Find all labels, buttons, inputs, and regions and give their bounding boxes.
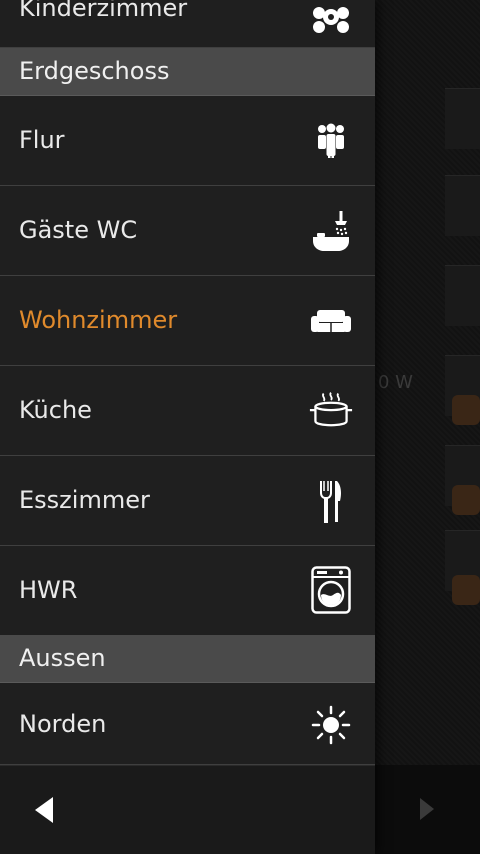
drawer-item-kueche[interactable]: Küche [0, 366, 375, 456]
drawer-item-kinderzimmer[interactable]: Kinderzimmer [0, 0, 375, 48]
drawer-item-label: Kinderzimmer [19, 0, 188, 22]
fork-knife-icon [309, 479, 353, 523]
forward-arrow-icon [420, 798, 434, 820]
section-header-aussen: Aussen [0, 635, 375, 683]
background-power-value: 0 W [378, 372, 413, 393]
shower-bath-icon [309, 209, 353, 253]
drawer-footer [0, 765, 375, 854]
back-arrow-icon[interactable] [35, 797, 53, 823]
drawer-item-hwr[interactable]: HWR [0, 546, 375, 636]
toys-icon [309, 0, 353, 40]
background-orange-tile [452, 485, 480, 515]
sun-icon [309, 703, 353, 747]
sofa-icon [309, 299, 353, 343]
drawer-item-label: Norden [19, 710, 107, 738]
section-title: Aussen [19, 644, 106, 672]
drawer-item-label: Küche [19, 396, 92, 424]
drawer-item-gaeste-wc[interactable]: Gäste WC [0, 186, 375, 276]
background-tile [445, 265, 480, 326]
background-orange-tile [452, 395, 480, 425]
section-header-erdgeschoss: Erdgeschoss [0, 48, 375, 96]
drawer-item-norden[interactable]: Norden [0, 683, 375, 765]
section-title: Erdgeschoss [19, 57, 170, 85]
drawer-item-esszimmer[interactable]: Esszimmer [0, 456, 375, 546]
drawer-item-label: Flur [19, 126, 65, 154]
drawer-item-wohnzimmer[interactable]: Wohnzimmer [0, 276, 375, 366]
washing-machine-icon [309, 566, 353, 614]
navigation-drawer: Kinderzimmer Erdgeschoss Flur Gäste WC W… [0, 0, 375, 854]
cooking-pot-icon [309, 389, 353, 433]
drawer-item-label: Wohnzimmer [19, 306, 178, 334]
people-icon [309, 119, 353, 163]
drawer-item-label: Esszimmer [19, 486, 150, 514]
background-tile [445, 88, 480, 149]
background-tile [445, 175, 480, 236]
drawer-item-label: Gäste WC [19, 216, 138, 244]
background-orange-tile [452, 575, 480, 605]
drawer-item-flur[interactable]: Flur [0, 96, 375, 186]
drawer-item-label: HWR [19, 576, 78, 604]
